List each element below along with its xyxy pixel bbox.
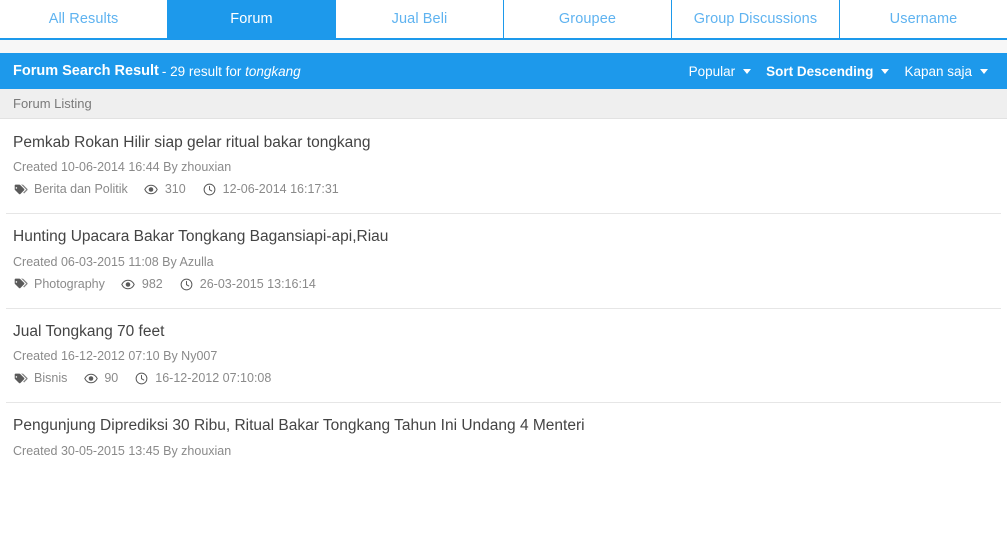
result-created-info: Created 10-06-2014 16:44 By zhouxian [13, 160, 232, 175]
clock-icon [179, 278, 194, 291]
clock-icon [134, 372, 149, 385]
chevron-down-icon [980, 68, 988, 74]
result-item[interactable]: Pemkab Rokan Hilir siap gelar ritual bak… [0, 119, 1007, 213]
tags-icon [13, 278, 28, 291]
result-updated: 16-12-2012 07:10:08 [134, 371, 271, 386]
tab-label: Jual Beli [391, 11, 448, 27]
result-views-count: 90 [104, 371, 119, 386]
result-views: 310 [144, 182, 186, 197]
result-created-info: Created 30-05-2015 13:45 By zhouxian [13, 443, 232, 458]
sort-direction-label: Sort Descending [766, 63, 874, 79]
result-category[interactable]: Bisnis [13, 371, 67, 386]
tab-label: Username [889, 11, 958, 27]
tab-all-results[interactable]: All Results [0, 0, 168, 38]
result-updated-date: 16-12-2012 07:10:08 [155, 371, 272, 386]
summary-separator: - [161, 63, 171, 79]
forum-listing-label: Forum Listing [13, 96, 92, 111]
result-updated-date: 26-03-2015 13:16:14 [199, 276, 316, 291]
search-result-summary: - 29 result for tongkang [162, 64, 301, 79]
result-views: 90 [83, 371, 118, 386]
result-item[interactable]: Jual Tongkang 70 feet Created 16-12-2012… [0, 307, 1007, 402]
eye-icon [83, 372, 98, 385]
tab-forum[interactable]: Forum [168, 0, 336, 38]
tab-group-discussions[interactable]: Group Discussions [672, 0, 840, 38]
result-title-link[interactable]: Hunting Upacara Bakar Tongkang Bagansiap… [13, 227, 994, 246]
tabs-gap-strip [0, 40, 1007, 53]
result-category-label: Berita dan Politik [34, 182, 128, 197]
filter-popular-dropdown[interactable]: Popular [681, 64, 759, 79]
summary-count: 29 result for [170, 63, 246, 79]
tab-label: Forum [230, 11, 273, 27]
time-range-label: Kapan saja [904, 63, 972, 79]
result-title-link[interactable]: Jual Tongkang 70 feet [13, 322, 994, 341]
result-category-label: Bisnis [34, 371, 68, 386]
result-updated: 12-06-2014 16:17:31 [202, 182, 339, 197]
result-views-count: 982 [141, 276, 163, 291]
search-result-title: Forum Search Result [13, 63, 159, 79]
result-item[interactable]: Hunting Upacara Bakar Tongkang Bagansiap… [0, 213, 1007, 307]
clock-icon [202, 183, 217, 196]
result-updated-date: 12-06-2014 16:17:31 [222, 182, 339, 197]
tab-username[interactable]: Username [840, 0, 1007, 38]
chevron-down-icon [881, 68, 890, 74]
result-created-info: Created 06-03-2015 11:08 By Azulla [13, 254, 214, 269]
tab-label: Group Discussions [693, 11, 818, 27]
search-result-header: Forum Search Result - 29 result for tong… [0, 53, 1007, 89]
result-title-link[interactable]: Pemkab Rokan Hilir siap gelar ritual bak… [13, 133, 994, 152]
eye-icon [144, 183, 159, 196]
result-category[interactable]: Berita dan Politik [13, 182, 128, 197]
time-range-dropdown[interactable]: Kapan saja [896, 64, 995, 79]
forum-results-list: Pemkab Rokan Hilir siap gelar ritual bak… [0, 119, 1007, 482]
tab-label: All Results [48, 11, 119, 27]
result-created-info: Created 16-12-2012 07:10 By Ny007 [13, 349, 218, 364]
eye-icon [121, 278, 136, 291]
filter-popular-label: Popular [688, 63, 736, 79]
result-meta-row: Berita dan Politik 310 12-06-2014 16:17:… [13, 182, 994, 197]
result-meta-row: Bisnis 90 16-12-2012 07:10:08 [13, 371, 994, 386]
result-category-label: Photography [34, 276, 105, 291]
summary-search-term: tongkang [245, 63, 301, 79]
tab-label: Groupee [558, 11, 617, 27]
result-header-controls: Popular Sort Descending Kapan saja [681, 64, 995, 79]
tab-groupee[interactable]: Groupee [504, 0, 672, 38]
result-category[interactable]: Photography [13, 277, 105, 292]
result-views-count: 310 [164, 182, 186, 197]
chevron-down-icon [743, 68, 752, 74]
sort-direction-dropdown[interactable]: Sort Descending [758, 64, 896, 79]
result-meta-row: Photography 982 26-03-2015 13:16:14 [13, 277, 994, 292]
search-scope-tabs: All Results Forum Jual Beli Groupee Grou… [0, 0, 1007, 40]
tags-icon [13, 372, 28, 385]
result-title-link[interactable]: Pengunjung Diprediksi 30 Ribu, Ritual Ba… [13, 416, 994, 435]
result-views: 982 [121, 277, 163, 292]
forum-listing-bar: Forum Listing [0, 89, 1007, 119]
result-updated: 26-03-2015 13:16:14 [179, 277, 316, 292]
tab-jual-beli[interactable]: Jual Beli [336, 0, 504, 38]
tags-icon [13, 183, 28, 196]
result-item[interactable]: Pengunjung Diprediksi 30 Ribu, Ritual Ba… [0, 402, 1007, 481]
